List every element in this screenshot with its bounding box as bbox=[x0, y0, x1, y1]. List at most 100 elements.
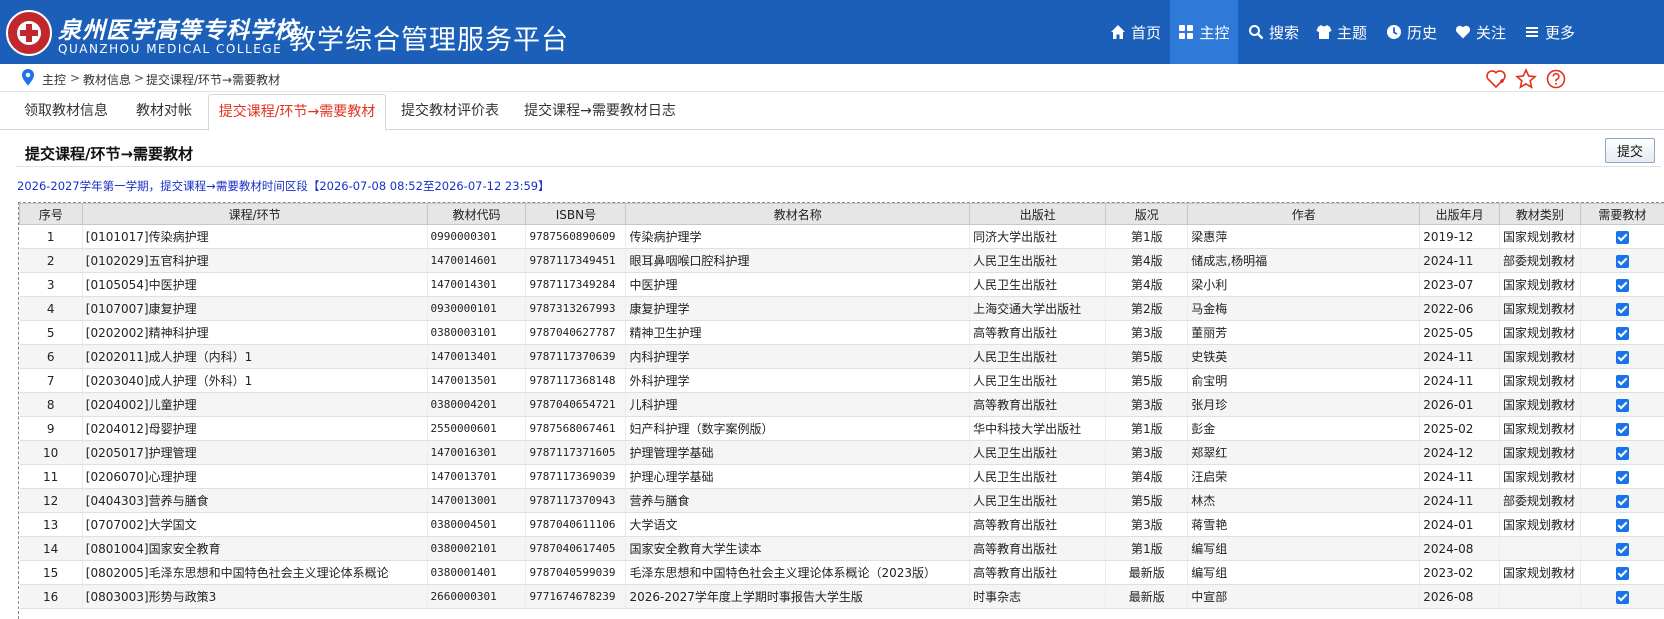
need-textbook-checkbox[interactable] bbox=[1615, 422, 1629, 436]
need-textbook-checkbox[interactable] bbox=[1615, 230, 1629, 244]
row-seq: 2 bbox=[19, 248, 83, 273]
row-need-textbook bbox=[1580, 440, 1664, 465]
row-category bbox=[1499, 536, 1581, 561]
row-textbook-name: 康复护理学 bbox=[625, 296, 971, 321]
need-textbook-checkbox[interactable] bbox=[1615, 302, 1629, 316]
need-textbook-checkbox[interactable] bbox=[1615, 398, 1629, 412]
need-textbook-checkbox[interactable] bbox=[1615, 542, 1629, 556]
row-author: 董丽芳 bbox=[1187, 320, 1421, 345]
breadcrumb-item-dashboard[interactable]: 主控 bbox=[42, 71, 66, 88]
tab-receive-textbook-info[interactable]: 领取教材信息 bbox=[18, 99, 114, 130]
row-isbn: 9771674678239 bbox=[525, 584, 627, 609]
tab-bar: 领取教材信息 教材对帐 提交课程/环节→需要教材 提交教材评价表 提交课程→需要… bbox=[0, 92, 1664, 131]
row-need-textbook bbox=[1580, 320, 1664, 345]
table-row: 3 [0105054]中医护理 1470014301 9787117349284 中医护… bbox=[19, 272, 1664, 297]
need-textbook-checkbox[interactable] bbox=[1615, 470, 1629, 484]
row-pub-date: 2024-11 bbox=[1419, 248, 1500, 273]
row-course: [0101017]传染病护理 bbox=[82, 224, 428, 249]
row-course: [0707002]大学国文 bbox=[82, 512, 428, 537]
need-textbook-checkbox[interactable] bbox=[1615, 254, 1629, 268]
header-edition: 版况 bbox=[1105, 203, 1189, 225]
row-pub-date: 2022-06 bbox=[1419, 296, 1500, 321]
breadcrumb-separator: > bbox=[70, 71, 81, 85]
nav-more[interactable]: 更多 bbox=[1524, 0, 1575, 64]
row-textbook-name: 营养与膳食 bbox=[625, 488, 971, 513]
table-row: 4 [0107007]康复护理 0930000101 9787313267993 康复护… bbox=[19, 296, 1664, 321]
row-textbook-code: 0930000101 bbox=[427, 296, 527, 321]
row-textbook-name: 大学语文 bbox=[625, 512, 971, 537]
need-textbook-checkbox[interactable] bbox=[1615, 494, 1629, 508]
nav-theme[interactable]: 主题 bbox=[1316, 0, 1367, 64]
table-row: 13 [0707002]大学国文 0380004501 9787040611106 大学… bbox=[19, 512, 1664, 537]
row-pub-date: 2026-08 bbox=[1419, 584, 1500, 609]
row-publisher: 高等教育出版社 bbox=[969, 512, 1107, 537]
row-textbook-code: 0990000301 bbox=[427, 224, 527, 249]
tab-submission-log[interactable]: 提交课程→需要教材日志 bbox=[521, 99, 679, 130]
row-textbook-name: 传染病护理学 bbox=[625, 224, 971, 249]
textbook-table-container: 序号 课程/环节 教材代码 ISBN号 教材名称 出版社 版况 作者 出版年月 教材类别 需要教材 … bbox=[18, 202, 1664, 619]
row-category: 国家规划教材 bbox=[1499, 392, 1581, 417]
need-textbook-checkbox[interactable] bbox=[1615, 446, 1629, 460]
college-name-cn: 泉州医学高等专科学校 bbox=[58, 17, 298, 44]
nav-home-label: 首页 bbox=[1131, 23, 1162, 42]
row-pub-date: 2024-12 bbox=[1419, 440, 1500, 465]
title-divider bbox=[16, 166, 1661, 167]
tab-textbook-reconciliation[interactable]: 教材对帐 bbox=[128, 99, 200, 130]
header-isbn: ISBN号 bbox=[525, 203, 627, 225]
row-course: [0206070]心理护理 bbox=[82, 464, 428, 489]
breadcrumb-item-current: 提交课程/环节→需要教材 bbox=[146, 73, 281, 87]
favorite-heart-icon[interactable] bbox=[1485, 68, 1507, 90]
row-course: [0102029]五官科护理 bbox=[82, 248, 428, 273]
row-category: 国家规划教材 bbox=[1499, 416, 1581, 441]
star-icon[interactable] bbox=[1515, 68, 1537, 90]
need-textbook-checkbox[interactable] bbox=[1615, 326, 1629, 340]
need-textbook-checkbox[interactable] bbox=[1615, 350, 1629, 364]
row-seq: 13 bbox=[19, 512, 83, 537]
table-body: 1 [0101017]传染病护理 0990000301 9787560890609 传染… bbox=[19, 224, 1664, 609]
row-category: 国家规划教材 bbox=[1499, 320, 1581, 345]
row-need-textbook bbox=[1580, 488, 1664, 513]
row-author: 梁惠萍 bbox=[1187, 224, 1421, 249]
row-category: 国家规划教材 bbox=[1499, 272, 1581, 297]
breadcrumb-item-textbook-info[interactable]: 教材信息 bbox=[83, 71, 131, 88]
need-textbook-checkbox[interactable] bbox=[1615, 566, 1629, 580]
need-textbook-checkbox[interactable] bbox=[1615, 278, 1629, 292]
table-row: 7 [0203040]成人护理（外科）1 1470013501 97871173681… bbox=[19, 368, 1664, 393]
header-textbook-name: 教材名称 bbox=[625, 203, 971, 225]
row-publisher: 同济大学出版社 bbox=[969, 224, 1107, 249]
row-textbook-code: 0380004201 bbox=[427, 392, 527, 417]
need-textbook-checkbox[interactable] bbox=[1615, 518, 1629, 532]
row-edition: 第3版 bbox=[1105, 320, 1189, 345]
need-textbook-checkbox[interactable] bbox=[1615, 590, 1629, 604]
table-row: 5 [0202002]精神科护理 0380003101 9787040627787 精神… bbox=[19, 320, 1664, 345]
row-textbook-name: 2026-2027学年度上学期时事报告大学生版 bbox=[625, 584, 971, 609]
tab-submit-textbook-evaluation[interactable]: 提交教材评价表 bbox=[398, 99, 502, 130]
nav-history[interactable]: 历史 bbox=[1386, 0, 1437, 64]
nav-home[interactable]: 首页 bbox=[1110, 0, 1161, 64]
row-pub-date: 2024-08 bbox=[1419, 536, 1500, 561]
nav-follow[interactable]: 关注 bbox=[1455, 0, 1506, 64]
row-textbook-code: 1470013001 bbox=[427, 488, 527, 513]
row-seq: 10 bbox=[19, 440, 83, 465]
row-textbook-name: 内科护理学 bbox=[625, 344, 971, 369]
nav-search[interactable]: 搜索 bbox=[1248, 0, 1299, 64]
row-textbook-code: 1470014301 bbox=[427, 272, 527, 297]
section-title: 提交课程/环节→需要教材 bbox=[25, 145, 194, 163]
row-author: 俞宝明 bbox=[1187, 368, 1421, 393]
table-row: 16 [0803003]形势与政策3 2660000301 9771674678239… bbox=[19, 584, 1664, 609]
college-name-en: QUANZHOU MEDICAL COLLEGE bbox=[58, 42, 283, 56]
header-author: 作者 bbox=[1187, 203, 1421, 225]
row-author: 林杰 bbox=[1187, 488, 1421, 513]
help-icon[interactable] bbox=[1545, 68, 1567, 90]
need-textbook-checkbox[interactable] bbox=[1615, 374, 1629, 388]
table-row: 8 [0204002]儿童护理 0380004201 9787040654721 儿科护… bbox=[19, 392, 1664, 417]
nav-dashboard[interactable]: 主控 bbox=[1170, 0, 1238, 64]
row-need-textbook bbox=[1580, 584, 1664, 609]
submit-button[interactable]: 提交 bbox=[1605, 138, 1655, 163]
row-seq: 7 bbox=[19, 368, 83, 393]
app-title: 教学综合管理服务平台 bbox=[289, 25, 569, 56]
row-category: 国家规划教材 bbox=[1499, 440, 1581, 465]
row-author: 张月珍 bbox=[1187, 392, 1421, 417]
row-textbook-name: 中医护理 bbox=[625, 272, 971, 297]
tab-submit-course-textbooks[interactable]: 提交课程/环节→需要教材 bbox=[208, 94, 386, 131]
